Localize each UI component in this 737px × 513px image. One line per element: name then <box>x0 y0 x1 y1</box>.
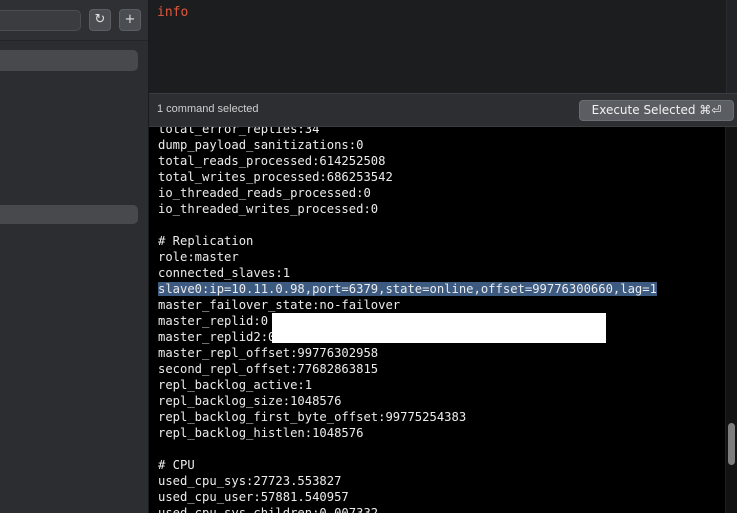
redacted-region <box>272 313 606 343</box>
output-line-text: repl_backlog_size:1048576 <box>158 394 342 408</box>
command-editor[interactable]: info <box>149 0 726 93</box>
output-line[interactable]: repl_backlog_first_byte_offset:997752543… <box>158 409 657 425</box>
output-line[interactable]: repl_backlog_size:1048576 <box>158 393 657 409</box>
output-line[interactable]: total_error_replies:34 <box>158 127 657 137</box>
output-line-text: used_cpu_user:57881.540957 <box>158 490 349 504</box>
editor-scrollbar[interactable] <box>726 0 737 93</box>
output-line[interactable] <box>158 441 657 457</box>
output-line-text: used_cpu_sys:27723.553827 <box>158 474 342 488</box>
output-line[interactable]: repl_backlog_active:1 <box>158 377 657 393</box>
output-line[interactable]: dump_payload_sanitizations:0 <box>158 137 657 153</box>
execute-selected-button[interactable]: Execute Selected ⌘⏎ <box>579 100 734 121</box>
command-text[interactable]: info <box>157 5 188 20</box>
output-line[interactable]: used_cpu_user:57881.540957 <box>158 489 657 505</box>
output-line[interactable]: connected_slaves:1 <box>158 265 657 281</box>
output-line[interactable]: # Replication <box>158 233 657 249</box>
scrollbar-thumb[interactable] <box>728 423 735 465</box>
output-line[interactable] <box>158 217 657 233</box>
output-line-text: repl_backlog_first_byte_offset:997752543… <box>158 410 467 424</box>
output-line-text: master_repl_offset:99776302958 <box>158 346 379 360</box>
output-line-text: total_reads_processed:614252508 <box>158 154 386 168</box>
output-line-text: repl_backlog_active:1 <box>158 378 313 392</box>
output-line-text: role:master <box>158 250 239 264</box>
output-line-text: repl_backlog_histlen:1048576 <box>158 426 364 440</box>
output-line[interactable]: role:master <box>158 249 657 265</box>
output-line[interactable]: master_failover_state:no-failover <box>158 297 657 313</box>
status-bar: 1 command selected Execute Selected ⌘⏎ <box>149 93 737 127</box>
output-line-text: io_threaded_writes_processed:0 <box>158 202 379 216</box>
output-line-text: master_replid2:0 <box>158 330 276 344</box>
output-line-text: # Replication <box>158 234 254 248</box>
output-line-selected[interactable]: slave0:ip=10.11.0.98,port=6379,state=onl… <box>158 281 657 297</box>
output-line[interactable]: second_repl_offset:77682863815 <box>158 361 657 377</box>
output-line-text: second_repl_offset:77682863815 <box>158 362 379 376</box>
output-line-text: total_writes_processed:686253542 <box>158 170 393 184</box>
add-icon[interactable]: + <box>119 9 141 31</box>
output-line[interactable]: used_cpu_sys:27723.553827 <box>158 473 657 489</box>
sidebar-item-selected[interactable] <box>0 205 138 224</box>
sidebar: ↻ + <box>0 0 149 513</box>
output-line-text: slave0:ip=10.11.0.98,port=6379,state=onl… <box>158 282 657 296</box>
output-line-text: master_failover_state:no-failover <box>158 298 401 312</box>
output-line[interactable]: total_writes_processed:686253542 <box>158 169 657 185</box>
output-line[interactable]: total_reads_processed:614252508 <box>158 153 657 169</box>
output-line[interactable]: io_threaded_reads_processed:0 <box>158 185 657 201</box>
selection-status: 1 command selected <box>157 103 259 115</box>
sidebar-toolbar: ↻ + <box>0 0 148 41</box>
output-line[interactable]: repl_backlog_histlen:1048576 <box>158 425 657 441</box>
output-line-text: master_replid:0 <box>158 314 269 328</box>
output-line-text: io_threaded_reads_processed:0 <box>158 186 371 200</box>
output-line-text: connected_slaves:1 <box>158 266 291 280</box>
output-line[interactable]: master_repl_offset:99776302958 <box>158 345 657 361</box>
output-line-text: used_cpu_sys_children:0.007332 <box>158 506 379 513</box>
refresh-icon[interactable]: ↻ <box>89 9 111 31</box>
output-line-text: total_error_replies:34 <box>158 127 320 136</box>
output-line-text: dump_payload_sanitizations:0 <box>158 138 364 152</box>
output-scrollbar[interactable] <box>726 127 737 513</box>
output-line[interactable]: used_cpu_sys_children:0.007332 <box>158 505 657 513</box>
output-line-text: # CPU <box>158 458 195 472</box>
output-line[interactable]: # CPU <box>158 457 657 473</box>
output-line-text <box>158 218 165 232</box>
search-input[interactable] <box>0 10 81 31</box>
output-line-text <box>158 442 165 456</box>
output-line[interactable]: io_threaded_writes_processed:0 <box>158 201 657 217</box>
sidebar-item[interactable] <box>0 50 138 71</box>
